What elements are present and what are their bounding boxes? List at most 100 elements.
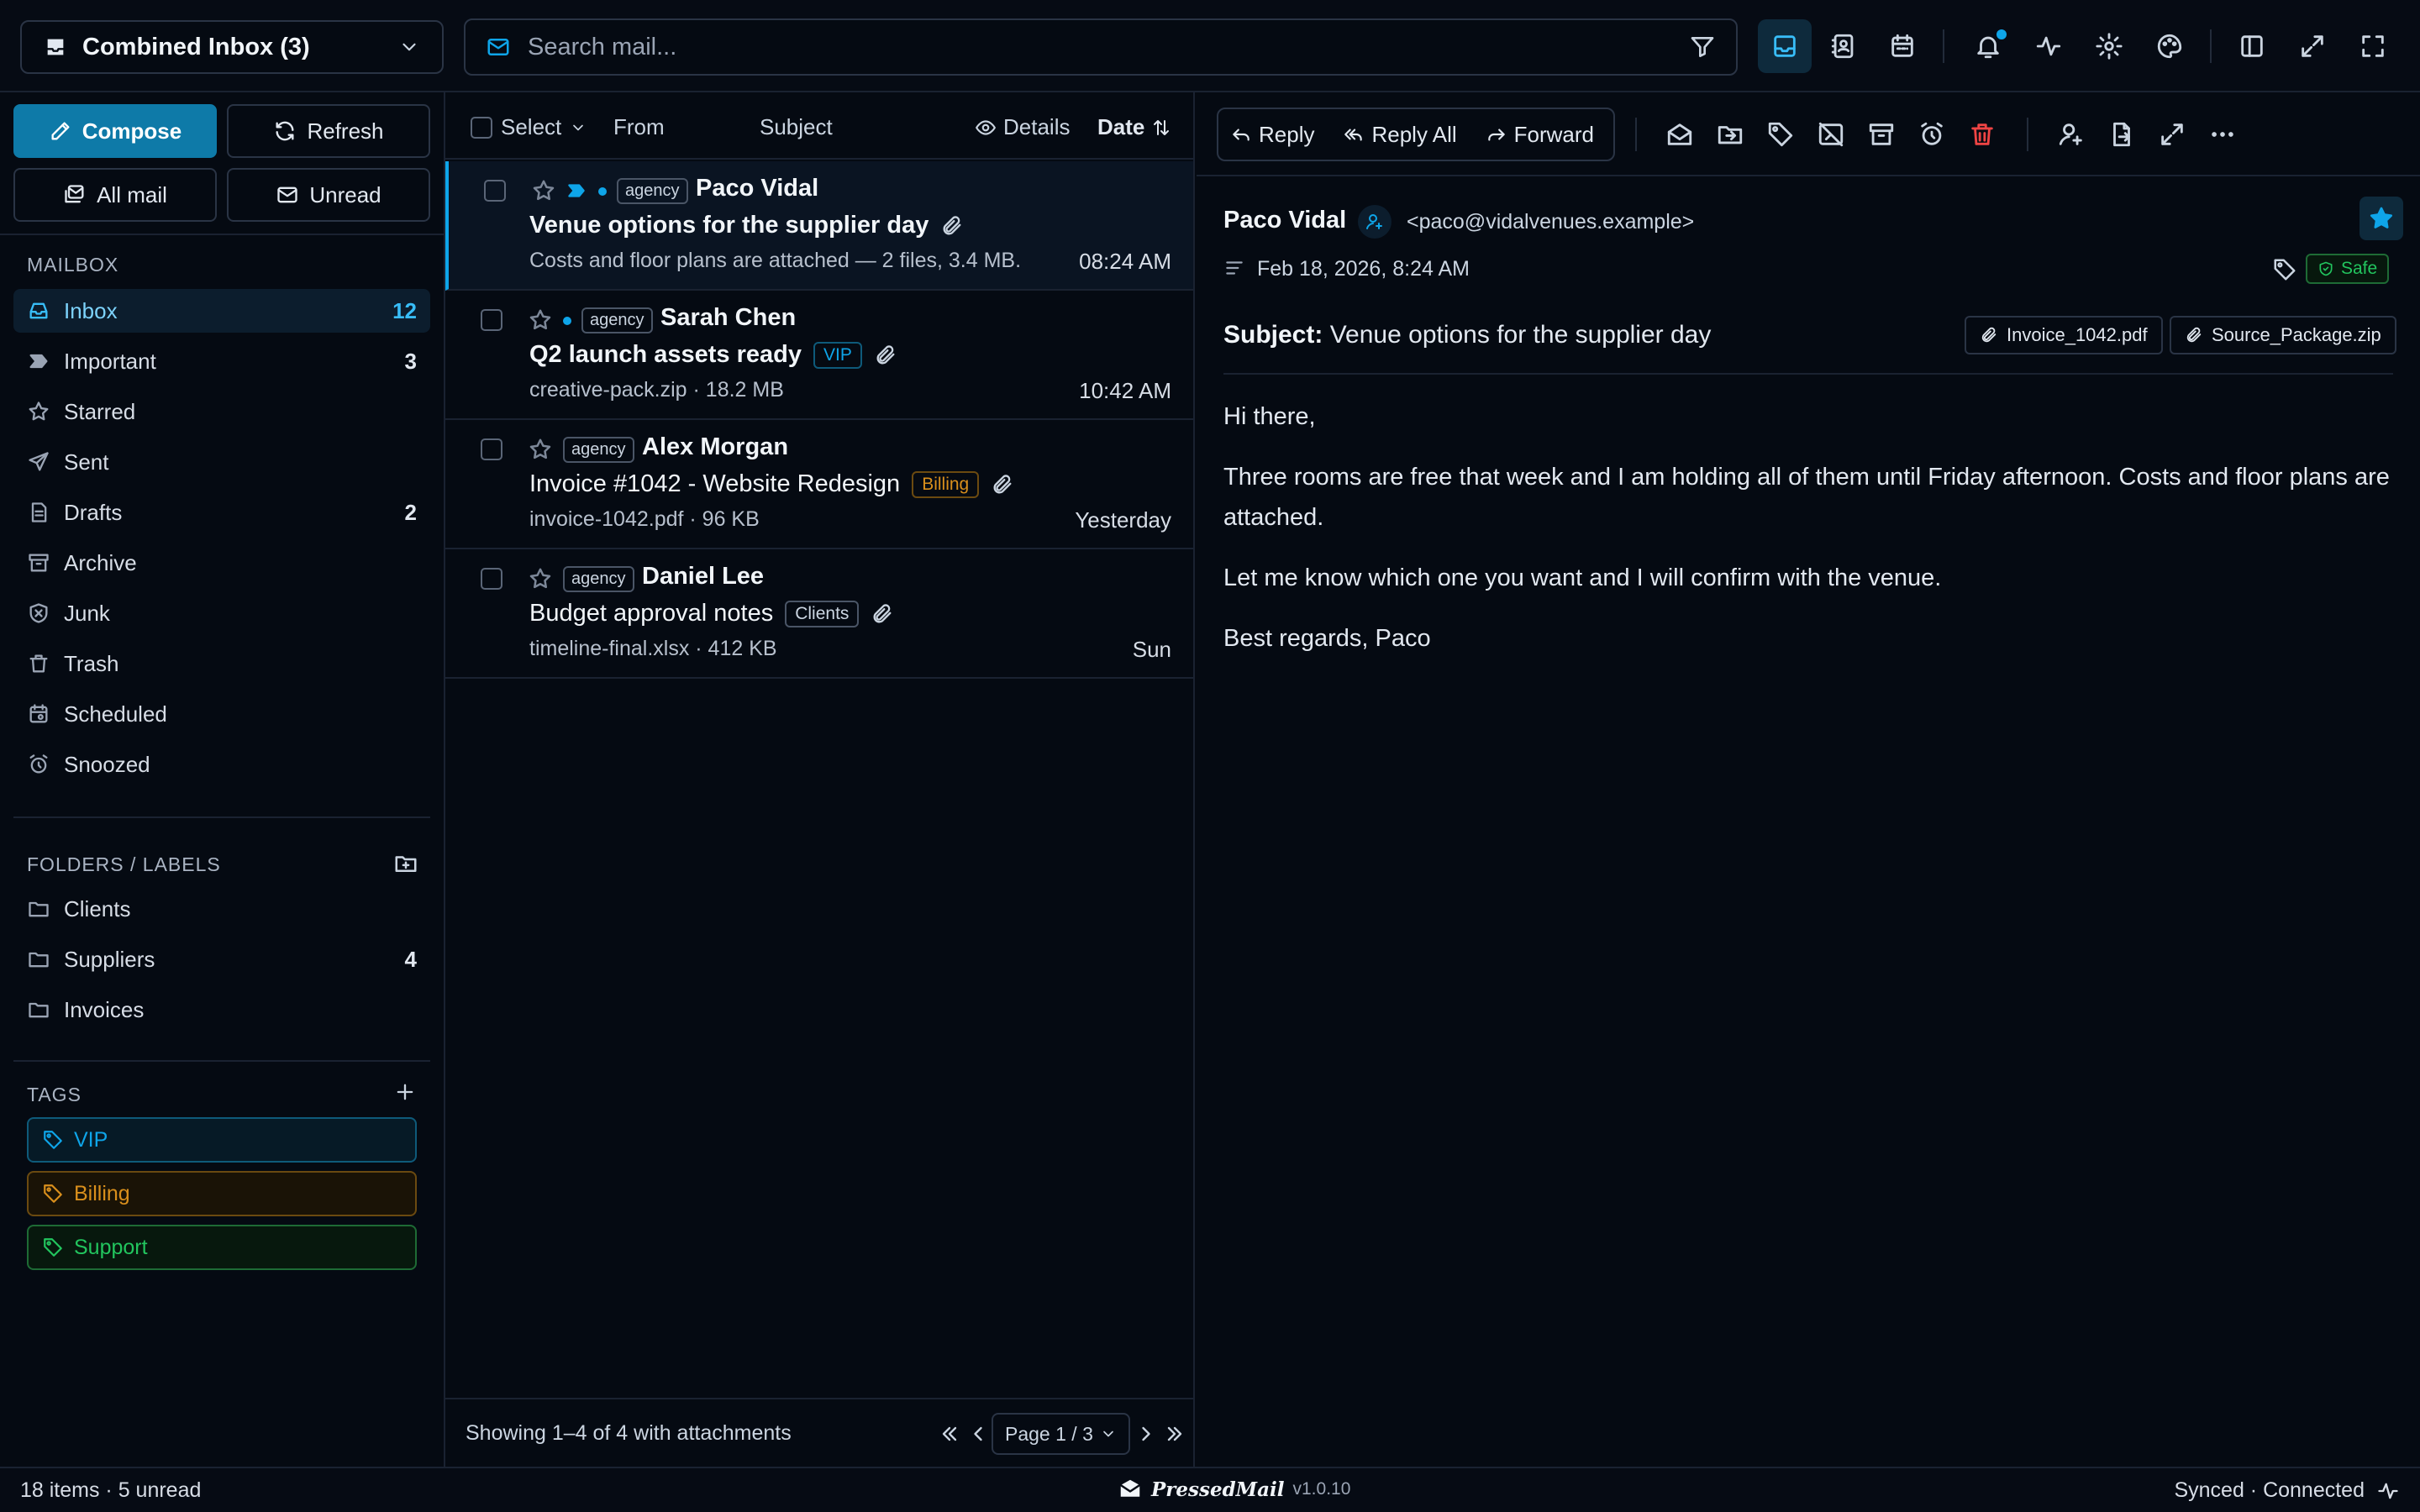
reply-all-button[interactable]: Reply All [1343,121,1457,148]
mail-view-button[interactable] [1758,19,1812,73]
message-time: Yesterday [1075,507,1171,533]
sort-from[interactable]: From [613,114,665,140]
snooze-icon[interactable] [1918,120,1946,149]
sidebar-item-inbox[interactable]: Inbox 12 [13,289,430,333]
add-contact-icon[interactable] [2057,120,2086,149]
tags-icon[interactable] [2272,257,2297,282]
sender-email: <paco@vidalvenues.example> [1407,210,1695,234]
all-mail-button[interactable]: All mail [13,168,217,222]
activity-button[interactable] [2022,19,2075,73]
forward-button[interactable]: Forward [1486,122,1594,148]
prev-page-icon[interactable] [966,1422,990,1446]
mark-read-icon[interactable] [1665,120,1694,149]
page-select[interactable]: Page 1 / 3 [992,1413,1130,1455]
sidebar-item-important[interactable]: Important 3 [13,339,430,383]
star-icon[interactable] [531,178,556,203]
sidebar-item-suppliers[interactable]: Suppliers 4 [13,937,430,981]
more-icon[interactable] [2208,120,2237,149]
delete-icon[interactable] [1968,120,1996,149]
attachment-chip[interactable]: Source_Package.zip [2170,316,2396,354]
sidebar-item-archive[interactable]: Archive [13,541,430,585]
reply-all-label: Reply All [1371,121,1457,147]
sidebar-item-sent[interactable]: Sent [13,440,430,484]
toolbar-divider [1635,118,1637,151]
select-menu[interactable]: Select [471,114,587,140]
sort-subject[interactable]: Subject [760,114,833,140]
item-count: 18 items · 5 unread [20,1478,202,1502]
sidebar-item-junk[interactable]: Junk [13,591,430,635]
account-badge: agency [617,178,688,204]
last-page-icon[interactable] [1163,1422,1186,1446]
tag-vip[interactable]: VIP [27,1117,417,1163]
details-toggle[interactable]: Details [975,114,1070,140]
row-checkbox[interactable] [481,568,502,590]
tag-icon[interactable] [1766,120,1795,149]
star-icon[interactable] [528,437,553,462]
calendar-button[interactable] [1876,19,1929,73]
row-checkbox[interactable] [481,438,502,460]
compose-button[interactable]: Compose [13,104,217,158]
fullscreen-button[interactable] [2346,19,2400,73]
tags-section-title: TAGS [27,1084,82,1105]
unread-button[interactable]: Unread [227,168,430,222]
sidebar-item-label: Clients [64,895,131,921]
tag-billing[interactable]: Billing [27,1171,417,1216]
star-icon[interactable] [528,307,553,333]
all-mail-label: All mail [97,181,167,207]
contact-icon[interactable] [1358,205,1392,239]
expand-icon[interactable] [2158,120,2186,149]
theme-button[interactable] [2143,19,2196,73]
message-row[interactable]: agency Sarah Chen Q2 launch assets ready… [445,291,1193,420]
filter-icon[interactable] [1689,34,1716,60]
sidebar-item-trash[interactable]: Trash [13,642,430,685]
contacts-button[interactable] [1817,19,1870,73]
unread-dot [563,317,571,325]
block-images-icon[interactable] [1817,120,1845,149]
sidebar-item-invoices[interactable]: Invoices [13,988,430,1032]
star-icon[interactable] [2360,197,2403,240]
message-row[interactable]: agency Paco Vidal Venue options for the … [445,161,1193,291]
row-checkbox[interactable] [484,180,506,202]
sidebar-item-starred[interactable]: Starred [13,390,430,433]
details-lines-icon[interactable] [1223,257,1245,279]
next-page-icon[interactable] [1134,1422,1158,1446]
star-icon[interactable] [528,566,553,591]
move-to-folder-icon[interactable] [1716,120,1744,149]
pencil-icon [49,119,72,143]
tag-support[interactable]: Support [27,1225,417,1270]
refresh-button[interactable]: Refresh [227,104,430,158]
add-tag-icon[interactable] [393,1080,417,1104]
message-row[interactable]: agency Alex Morgan Invoice #1042 - Websi… [445,420,1193,549]
toggle-sidebar-button[interactable] [2225,19,2279,73]
sender-name: Alex Morgan [642,433,789,460]
sidebar-item-scheduled[interactable]: Scheduled [13,692,430,736]
reply-button[interactable]: Reply [1230,122,1314,148]
sidebar-item-clients[interactable]: Clients [13,887,430,931]
archive-icon [27,551,50,575]
message-row[interactable]: agency Daniel Lee Budget approval notes … [445,549,1193,679]
sidebar-divider [13,1060,430,1062]
search-bar[interactable]: Search mail... [464,18,1738,76]
export-icon[interactable] [2107,120,2136,149]
inbox-selector[interactable]: Combined Inbox (3) [20,20,444,74]
row-checkbox[interactable] [481,309,502,331]
first-page-icon[interactable] [938,1422,961,1446]
expand-button[interactable] [2286,19,2339,73]
sort-date[interactable]: Date [1097,114,1171,140]
expand-icon [2298,32,2327,60]
message-subject: Budget approval notes [529,600,774,627]
settings-button[interactable] [2082,19,2136,73]
select-all-checkbox[interactable] [471,116,492,139]
sidebar-item-snoozed[interactable]: Snoozed [13,743,430,786]
notifications-button[interactable] [1961,19,2015,73]
archive-icon[interactable] [1867,120,1896,149]
forward-label: Forward [1513,121,1594,147]
mail-icon [276,183,299,207]
body-paragraph: Three rooms are free that week and I am … [1223,464,2390,531]
new-folder-icon[interactable] [393,851,418,876]
attachment-chip[interactable]: Invoice_1042.pdf [1965,316,2163,354]
toolbar-divider [2027,118,2028,151]
sidebar-item-drafts[interactable]: Drafts 2 [13,491,430,534]
search-input[interactable]: Search mail... [528,34,1672,61]
brand-logo-icon [1118,1477,1143,1502]
